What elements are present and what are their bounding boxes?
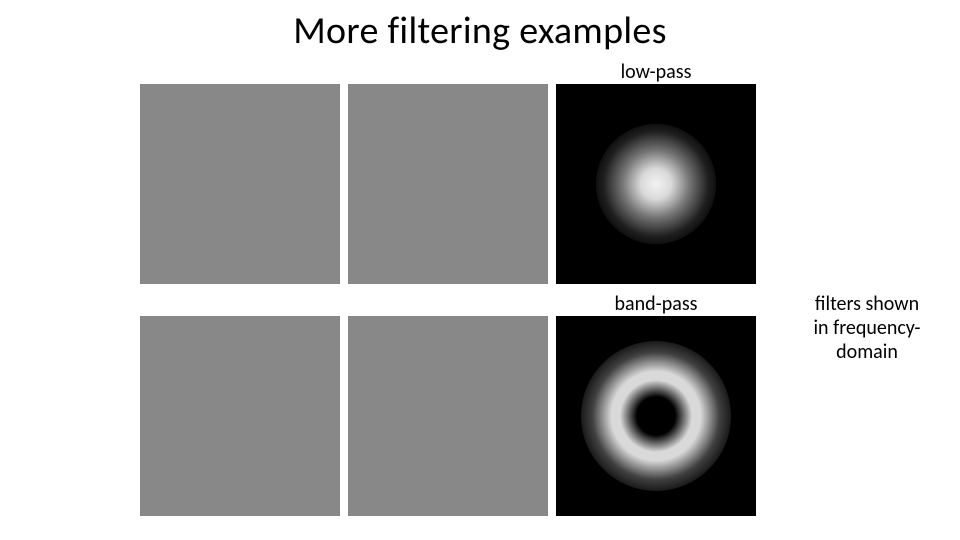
bandpass-filter-spectrum	[556, 316, 756, 516]
sidenote-line1: filters shown	[792, 292, 942, 316]
caption-lowpass: low-pass	[556, 60, 756, 84]
cell-r2c3: band-pass	[556, 292, 756, 516]
cell-r1c1	[140, 60, 340, 284]
slide-title: More filtering examples	[0, 8, 960, 54]
original-image-1	[140, 84, 340, 284]
gaussian-blob-icon	[596, 124, 716, 244]
cell-r1c2	[348, 60, 548, 284]
bandpass-output-image	[348, 316, 548, 516]
cell-r2c1	[140, 292, 340, 516]
image-grid: low-pass band-pass	[140, 60, 760, 524]
slide: More filtering examples low-pass	[0, 0, 960, 540]
ring-icon	[581, 341, 731, 491]
lowpass-output-image	[348, 84, 548, 284]
lowpass-filter-spectrum	[556, 84, 756, 284]
sidenote-line3: domain	[792, 340, 942, 364]
caption-r1c1	[140, 60, 340, 84]
caption-r1c2	[348, 60, 548, 84]
caption-r2c2	[348, 292, 548, 316]
grid-row-1: low-pass	[140, 60, 760, 292]
caption-r2c1	[140, 292, 340, 316]
caption-bandpass: band-pass	[556, 292, 756, 316]
side-annotation: filters shown in frequency- domain	[792, 292, 942, 364]
original-image-2	[140, 316, 340, 516]
grid-row-2: band-pass	[140, 292, 760, 524]
cell-r2c2	[348, 292, 548, 516]
cell-r1c3: low-pass	[556, 60, 756, 284]
sidenote-line2: in frequency-	[792, 316, 942, 340]
